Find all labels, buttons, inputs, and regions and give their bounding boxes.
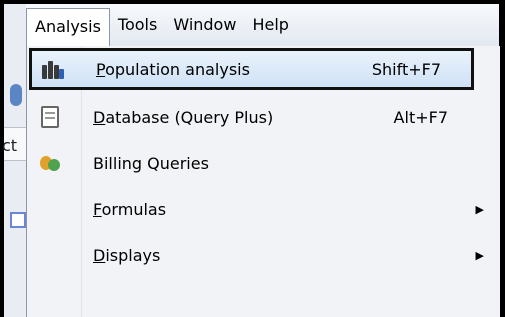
menu-item-label: Formulas <box>93 199 167 219</box>
menu-item-billing-queries[interactable]: Billing Queries <box>29 142 496 184</box>
menu-bar: Analysis Tools Window Help <box>26 4 499 48</box>
app-toolbar-icon[interactable] <box>10 84 22 106</box>
menu-item-displays[interactable]: Displays ▶ <box>29 234 496 276</box>
menu-item-shortcut: Alt+F7 <box>393 107 448 127</box>
menu-item-population-analysis[interactable]: Population analysis Shift+F7 <box>29 48 474 90</box>
menu-tools[interactable]: Tools <box>110 10 165 40</box>
binoculars-icon <box>32 48 74 90</box>
menu-item-label: Population analysis <box>96 59 250 79</box>
menu-item-label: Billing Queries <box>93 153 209 173</box>
menu-item-formulas[interactable]: Formulas ▶ <box>29 188 496 230</box>
billing-coins-icon <box>29 142 71 184</box>
app-mini-icon[interactable] <box>10 212 26 228</box>
side-tab-label: ct <box>2 136 18 155</box>
menu-item-label: Displays <box>93 245 161 265</box>
app-side-tab[interactable]: ct <box>2 127 26 161</box>
menu-help[interactable]: Help <box>244 10 296 40</box>
submenu-arrow-icon: ▶ <box>475 202 484 216</box>
menu-item-label: Database (Query Plus) <box>93 107 274 127</box>
submenu-arrow-icon: ▶ <box>475 248 484 262</box>
analysis-dropdown-menu: Population analysis Shift+F7 Database (Q… <box>26 46 500 317</box>
menu-item-database-query-plus[interactable]: Database (Query Plus) Alt+F7 <box>29 96 496 138</box>
menu-analysis[interactable]: Analysis <box>26 7 110 48</box>
database-query-icon <box>29 96 71 138</box>
app-left-strip: ct <box>2 4 27 317</box>
menu-item-shortcut: Shift+F7 <box>371 59 441 79</box>
menu-window[interactable]: Window <box>165 10 244 40</box>
